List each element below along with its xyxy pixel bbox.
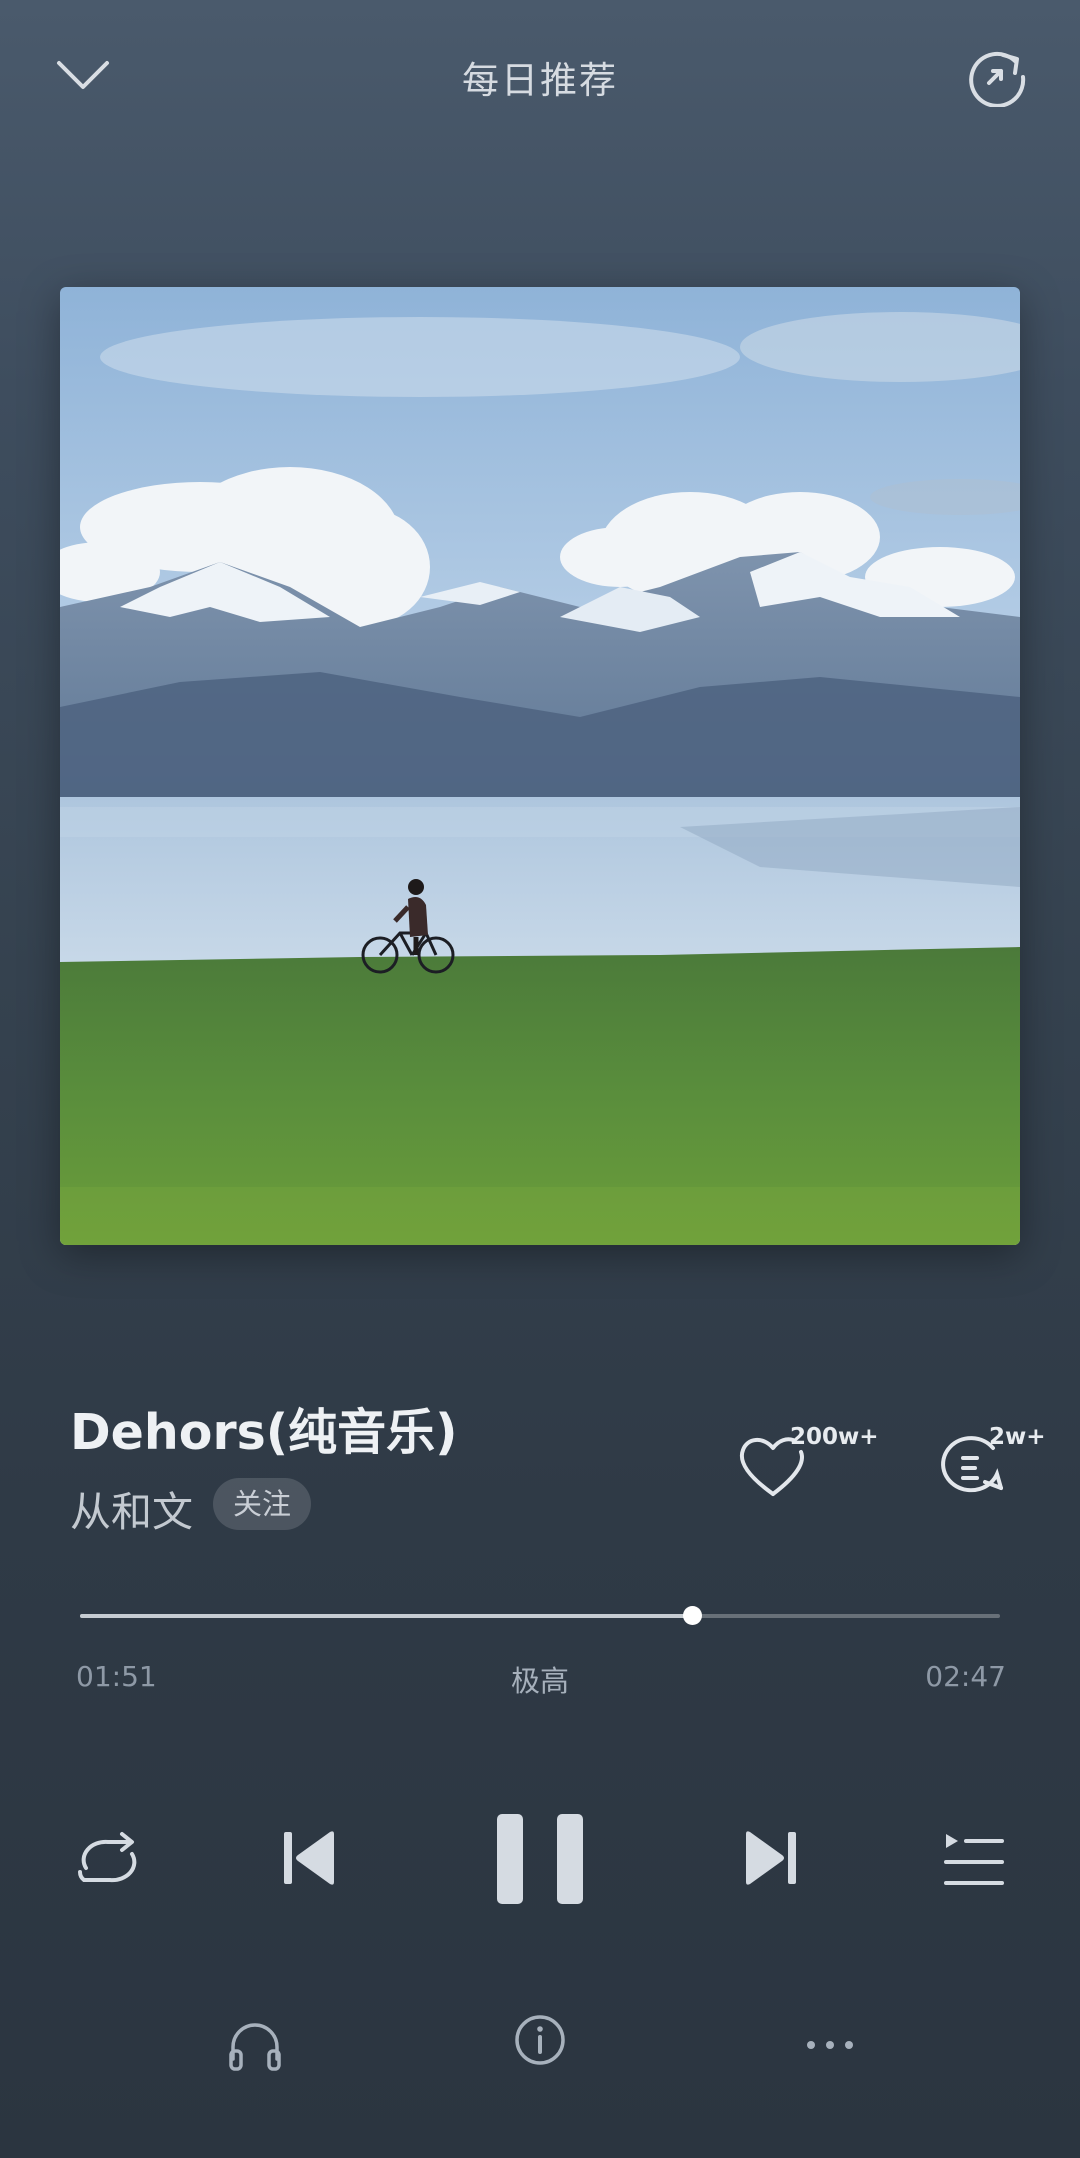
follow-button[interactable]: 关注 [213, 1478, 312, 1530]
like-count: 200w+ [790, 1424, 879, 1450]
more-icon [807, 2041, 853, 2049]
comment-count: 2w+ [989, 1424, 1046, 1450]
cover-image [60, 287, 1020, 1245]
headphones-button[interactable] [220, 2010, 290, 2080]
playlist-icon [944, 1834, 1004, 1885]
skip-previous-icon [284, 1831, 334, 1885]
repeat-button[interactable] [60, 1812, 156, 1908]
refresh-button[interactable] [952, 30, 1042, 120]
more-button[interactable] [790, 2010, 870, 2080]
refresh-icon [969, 51, 1026, 107]
album-cover[interactable] [60, 287, 1020, 1245]
progress-fill [80, 1614, 692, 1618]
total-time: 02:47 [925, 1660, 1006, 1693]
playlist-button[interactable] [926, 1812, 1022, 1908]
info-button[interactable] [505, 2005, 575, 2075]
previous-button[interactable] [262, 1802, 358, 1914]
info-icon [515, 2015, 565, 2065]
pause-button[interactable] [480, 1800, 600, 1918]
pause-icon [497, 1814, 583, 1904]
repeat-icon [78, 1832, 137, 1883]
progress-thumb[interactable] [682, 1606, 702, 1625]
audio-quality-button[interactable]: 极高 [0, 1658, 1080, 1700]
skip-next-icon [746, 1831, 796, 1885]
headphones-icon [229, 2023, 281, 2071]
artist-name[interactable]: 从和文 [70, 1478, 193, 1538]
page-title: 每日推荐 [462, 59, 618, 102]
song-title: Dehors(纯音乐) [70, 1404, 458, 1461]
progress-bar[interactable] [80, 1606, 1000, 1625]
next-button[interactable] [722, 1802, 818, 1914]
